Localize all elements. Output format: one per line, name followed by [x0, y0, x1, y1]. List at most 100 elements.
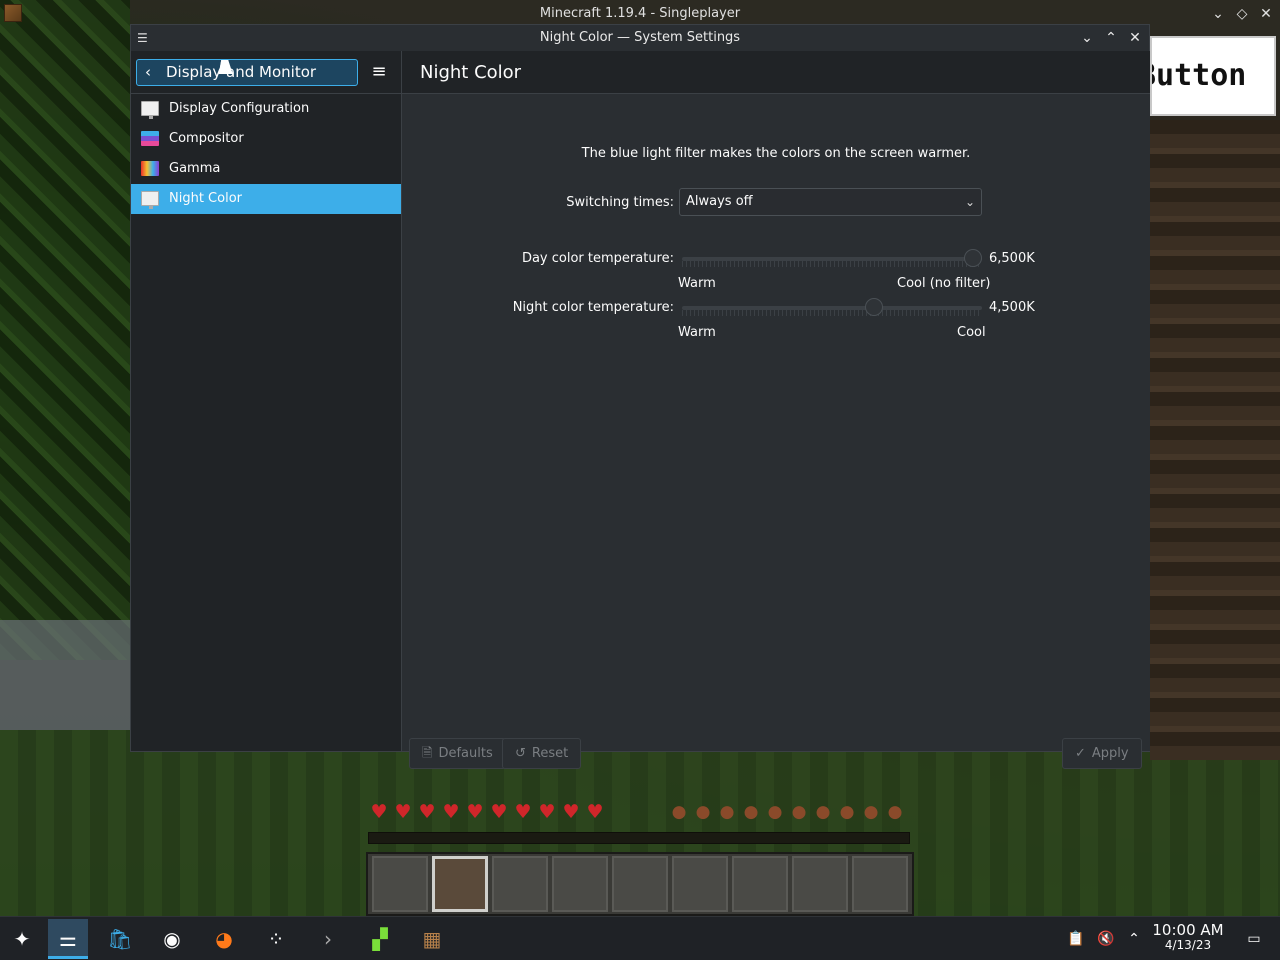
day-temperature-value: 6,500K: [989, 251, 1035, 266]
minimize-icon[interactable]: ⌄: [1077, 28, 1097, 48]
minecraft-icon[interactable]: ▦: [412, 919, 452, 959]
hotbar-slot: [792, 856, 848, 912]
discover-store-icon[interactable]: 🛍: [100, 919, 140, 959]
window-titlebar[interactable]: ☰ Night Color — System Settings ⌄ ⌃ ✕: [131, 25, 1149, 51]
night-warm-label: Warm: [678, 325, 716, 340]
food-icon: ●: [671, 802, 687, 822]
hunger-bar: ● ● ● ● ● ● ● ● ● ●: [668, 803, 906, 821]
food-icon: ●: [767, 802, 783, 822]
stone-block: [0, 620, 130, 730]
health-bar: ♥ ♥ ♥ ♥ ♥ ♥ ♥ ♥ ♥ ♥: [368, 801, 606, 823]
system-settings-task-icon[interactable]: ⚌: [48, 919, 88, 959]
leaves-blocks: [0, 0, 130, 660]
heart-icon: ♥: [442, 801, 460, 823]
heart-icon: ♥: [562, 801, 580, 823]
switching-times-label: Switching times:: [566, 195, 674, 210]
clock[interactable]: 10:00 AM 4/13/23: [1152, 923, 1224, 953]
heart-icon: ♥: [490, 801, 508, 823]
window-title: Night Color — System Settings: [539, 30, 741, 45]
sidebar-item[interactable]: Night Color: [131, 184, 401, 214]
slider-handle[interactable]: [964, 249, 982, 267]
slider-ticks: [682, 310, 982, 316]
minimize-icon[interactable]: ⌄: [1208, 4, 1228, 24]
night-temperature-slider[interactable]: [682, 298, 982, 316]
sidebar-header: ‹ Display and Monitor ≡: [131, 51, 401, 94]
hotbar-slot: [552, 856, 608, 912]
day-temperature-label: Day color temperature:: [521, 251, 674, 266]
restore-icon[interactable]: ◇: [1232, 4, 1252, 24]
reset-button[interactable]: ↺ Reset: [502, 738, 582, 769]
kde-connect-icon[interactable]: ⁘: [256, 919, 296, 959]
firefox-icon[interactable]: ◕: [204, 919, 244, 959]
main-header: Night Color: [402, 51, 1150, 94]
food-icon: ●: [887, 802, 903, 822]
back-button-label: Display and Monitor: [166, 63, 317, 81]
clipboard-icon[interactable]: 📋: [1066, 929, 1086, 949]
sidebar-item[interactable]: Gamma: [131, 154, 401, 184]
heart-icon: ♥: [394, 801, 412, 823]
defaults-button[interactable]: 🗎 Defaults: [409, 738, 506, 769]
heart-icon: ♥: [538, 801, 556, 823]
maximize-icon[interactable]: ⌃: [1101, 28, 1121, 48]
food-icon: ●: [863, 802, 879, 822]
heart-icon: ♥: [418, 801, 436, 823]
slider-ticks: [682, 261, 982, 267]
experience-bar: [368, 832, 910, 844]
compositor-icon: [141, 131, 159, 146]
display-icon: [141, 191, 159, 209]
close-icon[interactable]: ✕: [1256, 4, 1276, 24]
minecraft-launcher-icon[interactable]: ▞: [360, 919, 400, 959]
clock-date: 4/13/23: [1164, 938, 1212, 952]
display-icon: [141, 101, 159, 119]
heart-icon: ♥: [514, 801, 532, 823]
heart-icon: ♥: [586, 801, 604, 823]
hotbar-slot: [612, 856, 668, 912]
show-desktop-icon[interactable]: ▭: [1244, 929, 1264, 949]
back-button[interactable]: ‹ Display and Monitor: [136, 59, 358, 86]
taskbar: ✦ ⚌ 🛍 ◉ ◕ ⁘ › ▞ ▦ 📋 🔇 ⌃ 10:00 AM 4/13/23…: [0, 916, 1280, 960]
document-icon: 🗎: [422, 746, 433, 761]
food-icon: ●: [839, 802, 855, 822]
hamburger-menu-icon[interactable]: ≡: [369, 61, 389, 83]
sidebar-item-label: Gamma: [169, 161, 221, 176]
hotbar: [366, 852, 914, 916]
system-settings-window: ☰ Night Color — System Settings ⌄ ⌃ ✕ ‹ …: [130, 24, 1150, 769]
app-launcher-icon[interactable]: ✦: [2, 919, 42, 959]
hotbar-slot: [672, 856, 728, 912]
minecraft-window-title: Minecraft 1.19.4 - Singleplayer: [539, 6, 741, 21]
terminal-icon[interactable]: ›: [308, 919, 348, 959]
tree-bark: [1150, 120, 1280, 760]
main-panel: Night Color The blue light filter makes …: [402, 51, 1150, 769]
apply-button[interactable]: ✓ Apply: [1062, 738, 1142, 769]
chevron-up-icon[interactable]: ⌃: [1124, 929, 1144, 949]
sidebar-list: Display Configuration Compositor Gamma Nigh…: [131, 94, 401, 214]
day-warm-label: Warm: [678, 276, 716, 291]
day-temperature-slider[interactable]: [682, 249, 982, 267]
description-text: The blue light filter makes the colors o…: [581, 146, 971, 161]
volume-muted-icon[interactable]: 🔇: [1096, 929, 1116, 949]
food-icon: ●: [743, 802, 759, 822]
food-icon: ●: [815, 802, 831, 822]
night-cool-label: Cool: [957, 325, 986, 340]
sidebar-item[interactable]: Display Configuration: [131, 94, 401, 124]
switching-times-select[interactable]: Always off ⌄: [679, 188, 982, 216]
food-icon: ●: [719, 802, 735, 822]
page-title: Night Color: [420, 62, 522, 83]
gamma-icon: [141, 161, 159, 176]
switching-times-value: Always off: [686, 194, 753, 209]
sidebar: ‹ Display and Monitor ≡ Display Configur…: [131, 51, 402, 751]
checkmark-icon: ✓: [1075, 746, 1086, 761]
close-icon[interactable]: ✕: [1125, 28, 1145, 48]
hotbar-slot: [372, 856, 428, 912]
food-icon: ●: [695, 802, 711, 822]
night-temperature-label: Night color temperature:: [512, 300, 674, 315]
day-cool-label: Cool (no filter): [897, 276, 991, 291]
sidebar-item-label: Compositor: [169, 131, 244, 146]
heart-icon: ♥: [466, 801, 484, 823]
steam-icon[interactable]: ◉: [152, 919, 192, 959]
hotbar-slot: [492, 856, 548, 912]
hotbar-slot: [852, 856, 908, 912]
sidebar-item[interactable]: Compositor: [131, 124, 401, 154]
hotbar-slot: [432, 856, 488, 912]
mouse-cursor: [218, 60, 236, 74]
